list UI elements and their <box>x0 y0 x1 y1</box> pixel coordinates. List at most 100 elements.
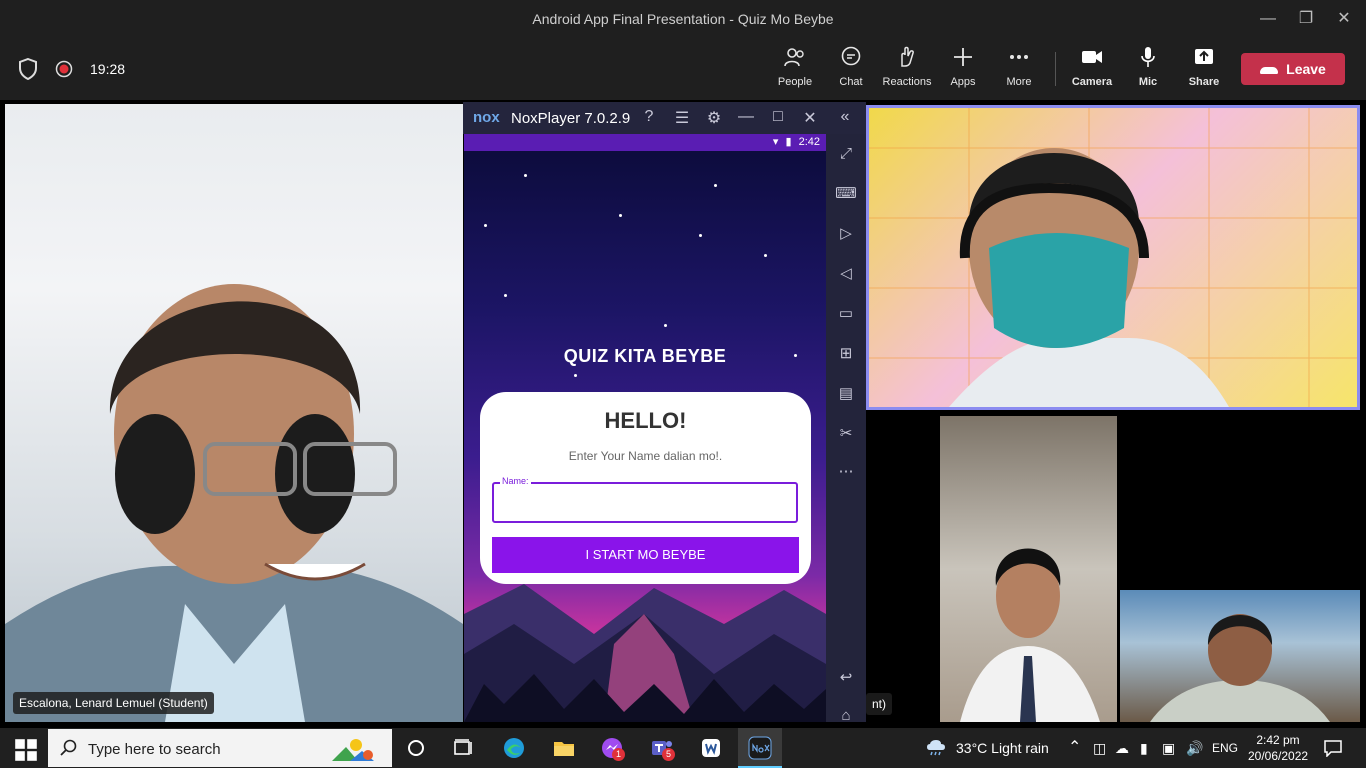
chevron-up-icon[interactable]: ⌃ <box>1068 737 1081 757</box>
nox-minimize-icon[interactable]: — <box>736 108 756 126</box>
mic-icon <box>1141 47 1155 67</box>
windows-taskbar: Type here to search 1 5 33°C Light rain … <box>0 728 1366 768</box>
add-apk-icon[interactable]: ⊞ <box>834 342 858 366</box>
mic-label: Mic <box>1138 76 1158 88</box>
volume-down-icon[interactable]: ◁ <box>834 262 858 286</box>
microphone-tray-icon[interactable]: ▮ <box>1140 740 1148 757</box>
teams-badge: 5 <box>662 748 675 761</box>
recording-icon <box>55 60 73 78</box>
participant-video-3[interactable] <box>1120 590 1360 722</box>
fullscreen-icon[interactable]: ⤢ <box>834 142 858 166</box>
chat-icon <box>841 46 861 66</box>
windows-start-icon[interactable] <box>14 738 38 762</box>
chat-label: Chat <box>839 76 863 88</box>
minimize-icon[interactable]: — <box>1256 8 1280 30</box>
android-screen: ▾ ▮ 2:42 QUIZ KITA BEYBE HELLO! Enter Yo… <box>464 134 826 722</box>
nox-maximize-icon[interactable]: □ <box>768 108 788 126</box>
share-button[interactable]: Share <box>1174 46 1234 90</box>
widgets-icon[interactable] <box>452 736 476 760</box>
nox-close-icon[interactable]: ✕ <box>800 108 820 128</box>
people-button[interactable]: People <box>765 46 825 90</box>
participant-video-main[interactable]: Escalona, Lenard Lemuel (Student) <box>5 104 463 722</box>
star <box>764 254 767 257</box>
participant-video-active[interactable] <box>866 105 1360 410</box>
title-bar: Android App Final Presentation - Quiz Mo… <box>0 0 1366 38</box>
participant-figure <box>1150 614 1330 722</box>
star <box>699 234 702 237</box>
meeting-toolbar: 19:28 People Chat Reactions Apps More Ca… <box>0 38 1366 100</box>
greeting-heading: HELLO! <box>604 408 687 433</box>
battery-icon: ▮ <box>785 136 792 148</box>
name-prompt: Enter Your Name dalian mo!. <box>568 449 723 463</box>
nox-logo: nox <box>473 109 500 126</box>
word-icon[interactable] <box>699 736 723 760</box>
keyboard-icon[interactable]: ⌨ <box>834 182 858 206</box>
menu-icon[interactable]: ☰ <box>672 108 692 128</box>
collapse-sidebar-icon[interactable]: « <box>835 108 855 126</box>
apps-button[interactable]: Apps <box>933 46 993 90</box>
network-icon[interactable]: ▣ <box>1162 740 1175 757</box>
weather-widget-icon <box>332 739 374 761</box>
more-options-icon[interactable]: ⋯ <box>834 460 858 484</box>
people-label: People <box>777 76 813 88</box>
weather-rain-icon[interactable] <box>925 739 947 757</box>
messenger-button[interactable]: 1 <box>600 736 625 761</box>
name-input-label: Name: <box>500 476 531 486</box>
toolbar-divider <box>1055 52 1056 86</box>
wifi-icon: ▾ <box>772 136 779 148</box>
volume-up-icon[interactable]: ▷ <box>834 222 858 246</box>
share-icon <box>1195 49 1213 64</box>
mic-button[interactable]: Mic <box>1118 46 1178 90</box>
home-icon[interactable]: ⌂ <box>834 704 858 728</box>
login-card: HELLO! Enter Your Name dalian mo!. Name:… <box>480 392 811 584</box>
camera-button[interactable]: Camera <box>1062 46 1122 90</box>
multi-instance-icon[interactable]: ▤ <box>834 382 858 406</box>
star <box>664 324 667 327</box>
taskbar-search-box[interactable]: Type here to search <box>48 729 392 767</box>
nox-taskbar-button[interactable] <box>738 728 782 768</box>
help-icon[interactable]: ? <box>639 108 659 126</box>
start-quiz-button[interactable]: I START MO BEYBE <box>492 537 799 573</box>
participant-figure <box>869 108 1357 407</box>
edge-icon[interactable] <box>502 736 526 760</box>
participant-name-tag: Escalona, Lenard Lemuel (Student) <box>13 692 214 714</box>
reactions-label: Reactions <box>882 76 932 88</box>
back-icon[interactable]: ↩ <box>834 666 858 690</box>
mountain-illustration <box>464 584 826 722</box>
reactions-button[interactable]: Reactions <box>876 46 938 90</box>
meeting-timer: 19:28 <box>90 61 126 77</box>
teams-tray-icon[interactable]: ◫ <box>1093 740 1106 757</box>
file-explorer-icon[interactable] <box>552 736 576 760</box>
screen-icon[interactable]: ▭ <box>834 302 858 326</box>
task-view-icon[interactable] <box>404 736 428 760</box>
participant-figure <box>960 548 1100 722</box>
name-input[interactable]: Name: <box>492 476 798 523</box>
volume-icon[interactable]: 🔊 <box>1186 740 1203 757</box>
leave-button[interactable]: Leave <box>1241 53 1345 85</box>
star <box>504 294 507 297</box>
search-icon <box>60 739 77 756</box>
clock-time: 2:42 pm <box>1256 733 1300 747</box>
status-time: 2:42 <box>798 136 820 148</box>
notifications-icon[interactable] <box>1323 739 1343 757</box>
teams-button[interactable]: 5 <box>650 736 675 761</box>
star <box>714 184 717 187</box>
shield-icon[interactable] <box>18 58 38 80</box>
more-button[interactable]: More <box>989 46 1049 90</box>
search-placeholder: Type here to search <box>88 741 221 758</box>
language-indicator[interactable]: ENG <box>1212 741 1238 755</box>
chat-button[interactable]: Chat <box>821 46 881 90</box>
phone-hangup-icon <box>1260 66 1279 74</box>
settings-icon[interactable]: ⚙ <box>704 108 724 128</box>
participant-video-2[interactable] <box>940 416 1117 722</box>
onedrive-icon[interactable]: ☁ <box>1115 740 1129 757</box>
close-icon[interactable]: ✕ <box>1332 8 1356 30</box>
scissors-icon[interactable]: ✂ <box>834 422 858 446</box>
nox-sidebar: ⤢ ⌨ ▷ ◁ ▭ ⊞ ▤ ✂ ⋯ ↩ ⌂ <box>826 134 866 724</box>
window-title: Android App Final Presentation - Quiz Mo… <box>532 11 834 27</box>
taskbar-clock[interactable]: 2:42 pm 20/06/2022 <box>1248 732 1308 764</box>
share-label: Share <box>1188 76 1220 88</box>
nox-icon <box>748 736 772 760</box>
restore-icon[interactable]: ❐ <box>1294 8 1318 30</box>
weather-text[interactable]: 33°C Light rain <box>956 740 1049 756</box>
